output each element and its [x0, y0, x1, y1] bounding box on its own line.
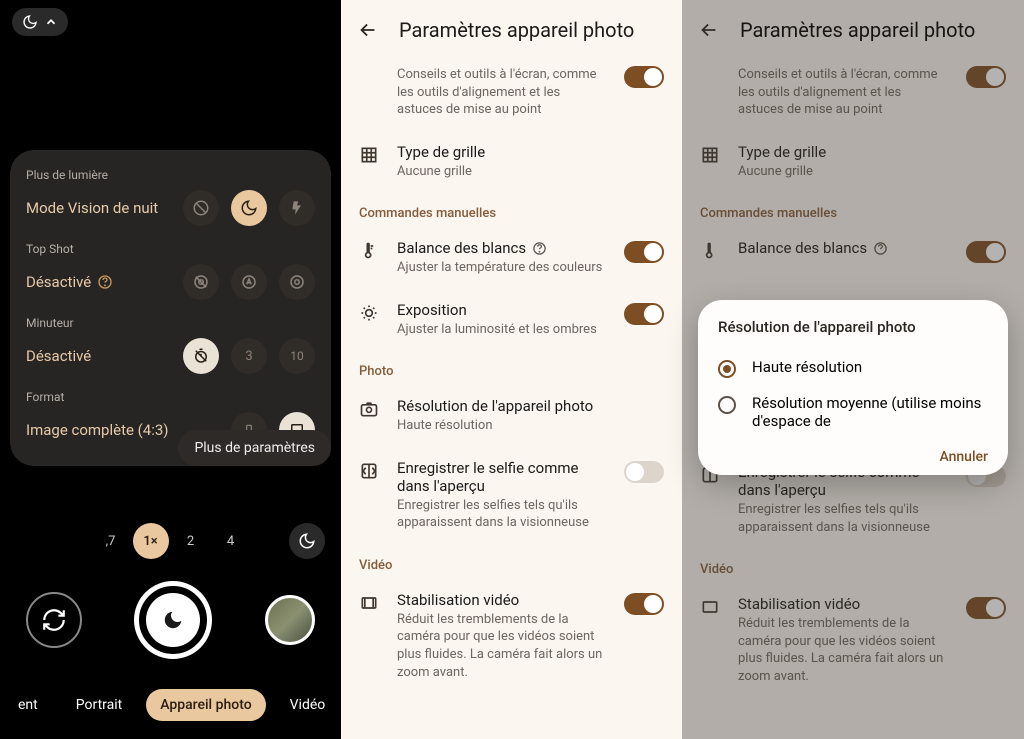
quick-settings-sheet: Plus de lumière Mode Vision de nuit Top …: [10, 150, 331, 466]
exp-title[interactable]: Exposition: [397, 301, 608, 319]
section-manual: Commandes manuelles: [341, 192, 682, 227]
section-photo: Photo: [341, 350, 682, 385]
format-label: Format: [26, 390, 315, 404]
chevron-up-icon: [44, 15, 58, 29]
stab-title[interactable]: Stabilisation vidéo: [397, 591, 608, 609]
more-settings-button[interactable]: Plus de paramètres: [178, 430, 331, 466]
flash-on-icon[interactable]: [279, 190, 315, 226]
mirror-icon: [359, 461, 381, 481]
wb-toggle[interactable]: [624, 241, 664, 263]
option-high[interactable]: Haute résolution: [718, 350, 988, 386]
topshot-on-icon[interactable]: [279, 264, 315, 300]
exp-toggle[interactable]: [624, 303, 664, 325]
thermometer-icon: [359, 241, 381, 261]
light-label: Plus de lumière: [26, 168, 315, 182]
timer-3-icon[interactable]: 3: [231, 338, 267, 374]
timer-10-icon[interactable]: 10: [279, 338, 315, 374]
topshot-value: Désactivé: [26, 273, 113, 291]
night-indicator-icon[interactable]: [289, 523, 325, 559]
zoom-0.7[interactable]: ,7: [93, 523, 129, 559]
option-medium[interactable]: Résolution moyenne (utilise moins d'espa…: [718, 386, 988, 438]
shutter-button[interactable]: [134, 581, 212, 659]
format-value: Image complète (4:3): [26, 421, 169, 439]
selfie-sub: Enregistrer les selfies tels qu'ils appa…: [397, 497, 608, 532]
radio-selected-icon: [718, 360, 736, 378]
mode-selector[interactable]: ent Portrait Appareil photo Vidéo Moo: [0, 689, 341, 721]
camera-icon: [359, 399, 381, 419]
light-value: Mode Vision de nuit: [26, 199, 158, 217]
radio-unselected-icon: [718, 396, 736, 414]
section-video: Vidéo: [341, 544, 682, 579]
stab-sub: Réduit les tremblements de la caméra pou…: [397, 611, 608, 681]
zoom-selector[interactable]: ,7 1× 2 4: [93, 523, 249, 559]
selfie-title[interactable]: Enregistrer le selfie comme dans l'aperç…: [397, 459, 608, 495]
wb-sub: Ajuster la température des couleurs: [397, 259, 608, 277]
topshot-auto-icon[interactable]: [231, 264, 267, 300]
exp-sub: Ajuster la luminosité et les ombres: [397, 321, 608, 339]
help-icon[interactable]: [532, 241, 547, 256]
topshot-label: Top Shot: [26, 242, 315, 256]
dialog-title: Résolution de l'appareil photo: [718, 318, 988, 336]
quick-toggle-pill[interactable]: [12, 8, 68, 36]
selfie-toggle[interactable]: [624, 461, 664, 483]
grid-icon: [359, 145, 381, 165]
resolution-dialog: Résolution de l'appareil photo Haute rés…: [698, 300, 1008, 475]
night-auto-icon[interactable]: [231, 190, 267, 226]
zoom-1x[interactable]: 1×: [133, 523, 169, 559]
exposure-icon: [359, 303, 381, 323]
timer-off-icon[interactable]: [183, 338, 219, 374]
res-sub: Haute résolution: [397, 417, 664, 435]
page-title: Paramètres appareil photo: [399, 18, 634, 42]
switch-camera-button[interactable]: [26, 592, 82, 648]
grid-sub: Aucune grille: [397, 163, 664, 181]
tips-sub: Conseils et outils à l'écran, comme les …: [397, 66, 608, 119]
stab-toggle[interactable]: [624, 593, 664, 615]
mode-prev-cut[interactable]: ent: [4, 689, 52, 721]
gallery-thumbnail[interactable]: [265, 595, 315, 645]
zoom-2x[interactable]: 2: [173, 523, 209, 559]
mode-video[interactable]: Vidéo: [276, 689, 340, 721]
grid-title[interactable]: Type de grille: [397, 143, 664, 161]
zoom-4x[interactable]: 4: [213, 523, 249, 559]
flash-off-icon[interactable]: [183, 190, 219, 226]
mode-camera[interactable]: Appareil photo: [146, 689, 265, 721]
night-icon: [22, 14, 38, 30]
stabilization-icon: [359, 593, 381, 613]
topshot-off-icon[interactable]: [183, 264, 219, 300]
res-title[interactable]: Résolution de l'appareil photo: [397, 397, 664, 415]
mode-portrait[interactable]: Portrait: [62, 689, 136, 721]
back-icon[interactable]: [357, 19, 379, 41]
wb-title[interactable]: Balance des blancs: [397, 239, 608, 257]
timer-label: Minuteur: [26, 316, 315, 330]
tips-toggle[interactable]: [624, 66, 664, 88]
cancel-button[interactable]: Annuler: [939, 449, 988, 465]
timer-value: Désactivé: [26, 347, 91, 365]
